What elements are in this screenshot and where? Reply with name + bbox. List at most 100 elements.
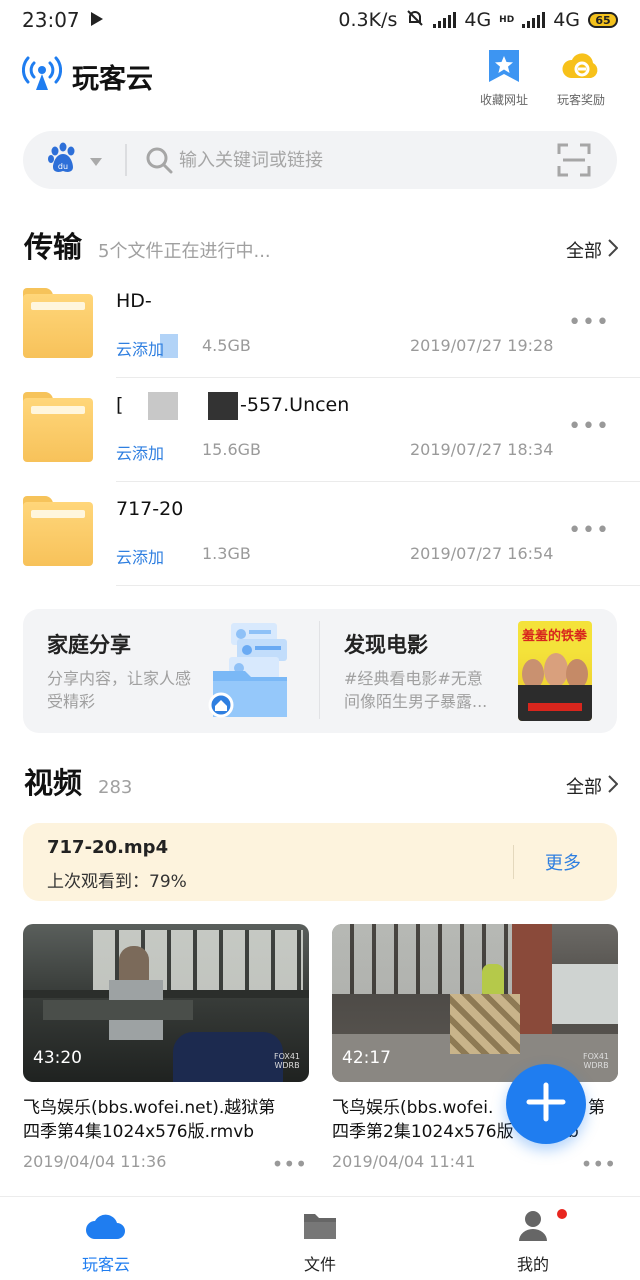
signal-icon-2 [522, 12, 546, 28]
file-name-tail: -557.Uncen [240, 394, 350, 416]
scan-icon[interactable] [557, 143, 591, 177]
bookmarks-button[interactable]: 收藏网址 [464, 48, 544, 108]
video-duration: 42:17 [342, 1048, 391, 1068]
hd-badge: HD [499, 15, 515, 25]
more-options-icon[interactable]: ••• [568, 414, 610, 439]
file-date: 2019/07/27 19:28 [410, 336, 554, 355]
more-options-icon[interactable]: ••• [568, 518, 610, 543]
folder-icon [23, 288, 93, 358]
video-item[interactable]: 43:20 FOX41 WDRB 飞鸟娱乐(bbs.wofei.net).越狱第… [23, 924, 309, 1176]
nav-label-files: 文件 [303, 1255, 336, 1274]
play-icon [90, 8, 104, 32]
movie-poster[interactable]: 羞羞的铁拳 [518, 621, 592, 721]
folder-icon [23, 496, 93, 566]
file-tag: 云添加 [116, 340, 165, 359]
battery-icon: 65 [588, 12, 618, 28]
family-share-card[interactable]: 家庭分享 分享内容，让家人感 受精彩 [23, 609, 319, 733]
continue-progress: 上次观看到：79% [47, 872, 187, 892]
dropdown-caret-icon [90, 151, 102, 170]
chevron-right-icon [608, 238, 619, 262]
file-tag: 云添加 [116, 548, 165, 567]
cloud-icon [85, 1209, 127, 1245]
video-date: 2019/04/04 11:41 [332, 1152, 476, 1171]
video-title-text: 飞鸟娱乐(bbs.wofei.net).越狱第 四季第4集1024x576版.r… [23, 1098, 276, 1142]
video-all-label: 全部 [566, 777, 602, 798]
baidu-paw-text: du [58, 162, 68, 171]
bottom-nav: 玩客云 文件 我的 [0, 1196, 640, 1280]
video-duration: 43:20 [33, 1048, 82, 1068]
continue-watching-card[interactable]: 717-20.mp4 上次观看到：79% 更多 [23, 823, 617, 901]
star-bookmark-icon [487, 48, 521, 87]
video-count: 283 [98, 777, 133, 798]
video-item[interactable]: 42:17 FOX41 WDRB 飞鸟娱乐(bbs.wofei. 第 四季第2集1… [332, 924, 618, 1176]
more-options-icon[interactable]: ••• [581, 1152, 616, 1176]
discover-movies-desc: #经典看电影#无意 间像陌生男子暴露... [344, 669, 488, 711]
video-thumbnail[interactable]: 43:20 FOX41 WDRB [23, 924, 309, 1082]
discover-movies-title: 发现电影 [344, 633, 428, 657]
file-tag: 云添加 [116, 444, 165, 463]
nav-tab-me[interactable]: 我的 [473, 1209, 593, 1275]
transfer-item[interactable]: HD- 云添加 4.5GB 2019/07/27 19:28 ••• [0, 274, 640, 378]
file-size: 1.3GB [202, 544, 251, 563]
transfer-all-label: 全部 [566, 241, 602, 262]
network-type-1: 4G [464, 9, 492, 31]
continue-file-name: 717-20.mp4 [47, 837, 169, 858]
video-thumbnail[interactable]: 42:17 FOX41 WDRB [332, 924, 618, 1082]
continue-more-button[interactable]: 更多 [545, 849, 581, 875]
feature-cards: 家庭分享 分享内容，让家人感 受精彩 发现电影 #经典看电影#无意 间像陌生男子… [23, 609, 617, 733]
nav-tab-files[interactable]: 文件 [260, 1209, 380, 1275]
video-date: 2019/04/04 11:36 [23, 1152, 167, 1171]
video-watermark: FOX41 WDRB [582, 1052, 610, 1070]
video-title: 视频 [24, 766, 83, 800]
video-section-header: 视频 283 全部 [24, 760, 619, 802]
add-button[interactable] [506, 1064, 586, 1144]
file-name: [ [116, 394, 124, 416]
transfer-item[interactable]: [ -557.Uncen 云添加 15.6GB 2019/07/27 18:34… [0, 378, 640, 482]
signal-icon [433, 12, 457, 28]
video-watermark: FOX41 WDRB [273, 1052, 301, 1070]
app-title: 玩客云 [72, 63, 153, 95]
more-options-icon[interactable]: ••• [568, 310, 610, 335]
family-folder-icon [207, 621, 297, 725]
redaction [148, 392, 178, 420]
family-share-title: 家庭分享 [47, 633, 131, 657]
folder-icon [23, 392, 93, 462]
video-all-link[interactable]: 全部 [566, 773, 619, 799]
broadcast-logo-icon [21, 56, 63, 96]
status-bar: 23:07 0.3K/s 4G HD 4G 65 [0, 0, 640, 40]
search-bar: du [23, 131, 617, 189]
baidu-paw-icon: du [46, 141, 80, 179]
brand: 玩客云 [21, 56, 153, 96]
person-icon [517, 1209, 549, 1245]
transfer-title: 传输 [24, 230, 83, 264]
transfer-section-header: 传输 5个文件正在进行中... 全部 [24, 224, 619, 266]
family-share-desc: 分享内容，让家人感 受精彩 [47, 669, 192, 711]
status-time: 23:07 [22, 8, 80, 32]
net-speed: 0.3K/s [338, 9, 398, 31]
app-header: 玩客云 收藏网址 玩客奖励 [0, 40, 640, 112]
nav-label-me: 我的 [516, 1255, 549, 1274]
file-size: 4.5GB [202, 336, 251, 355]
search-input[interactable] [173, 149, 557, 171]
mute-bell-icon [405, 8, 425, 33]
movie-poster-title: 羞羞的铁拳 [522, 629, 588, 644]
transfer-item[interactable]: 717-20 云添加 1.3GB 2019/07/27 16:54 ••• [0, 482, 640, 586]
cloud-reward-icon [561, 48, 601, 87]
transfer-all-link[interactable]: 全部 [566, 237, 619, 263]
rewards-label: 玩客奖励 [556, 93, 605, 107]
nav-label-home: 玩客云 [81, 1255, 130, 1274]
folder-nav-icon [303, 1209, 337, 1245]
file-date: 2019/07/27 16:54 [410, 544, 554, 563]
transfer-subtitle: 5个文件正在进行中... [98, 241, 271, 262]
discover-movies-card[interactable]: 发现电影 #经典看电影#无意 间像陌生男子暴露... 羞羞的铁拳 [320, 609, 617, 733]
bookmarks-label: 收藏网址 [479, 93, 528, 107]
search-engine-selector[interactable]: du [23, 141, 127, 179]
file-size: 15.6GB [202, 440, 261, 459]
nav-tab-home[interactable]: 玩客云 [46, 1209, 166, 1275]
chevron-right-icon [608, 774, 619, 798]
more-options-icon[interactable]: ••• [272, 1152, 307, 1176]
plus-icon [526, 1082, 566, 1126]
file-name: HD- [116, 290, 152, 312]
rewards-button[interactable]: 玩客奖励 [541, 48, 621, 108]
network-type-2: 4G [553, 9, 580, 31]
